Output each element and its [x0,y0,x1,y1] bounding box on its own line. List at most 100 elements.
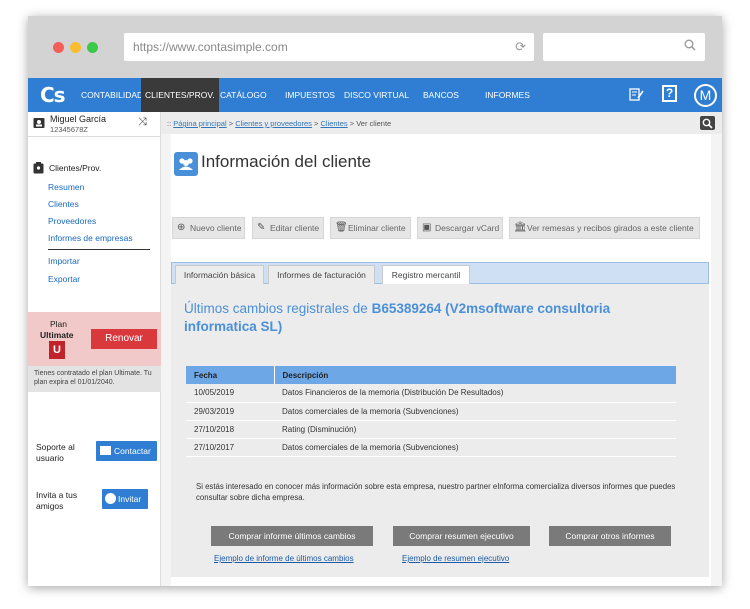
user-avatar[interactable]: M [694,84,717,107]
tab-informacion-basica[interactable]: Información básica [175,265,264,285]
new-client-label: Nuevo cliente [190,223,242,233]
reload-icon[interactable]: ⟳ [515,39,526,55]
table-row: 29/03/2019 Datos comerciales de la memor… [186,402,676,421]
sidebar-link-informes-empresas[interactable]: Informes de empresas [48,233,133,243]
plan-name: Ultimate [40,330,74,340]
row-description: Datos comerciales de la memoria (Subvenc… [274,438,676,457]
user-id: 12345678Z [50,125,88,134]
sidebar-link-exportar[interactable]: Exportar [48,274,80,284]
remesas-label: Ver remesas y recibos girados a este cli… [527,223,694,233]
plan-label: Plan [50,319,68,329]
new-client-button[interactable]: ⊕ Nuevo cliente [172,217,245,239]
table-row: 27/10/2018 Rating (Disminución) [186,420,676,439]
plus-circle-icon: ⊕ [177,222,186,233]
sidebar-link-resumen[interactable]: Resumen [48,182,84,192]
breadcrumb-current: Ver cliente [356,119,392,128]
users-icon [174,152,198,176]
row-description: Rating (Disminución) [274,420,676,439]
row-date: 10/05/2019 [186,384,274,403]
sidebar-section-title: Clientes/Prov. [49,163,102,173]
clipboard-icon [33,162,44,174]
nav-impuestos[interactable]: IMPUESTOS [285,78,335,112]
tabs-bar: Información básica Informes de facturaci… [171,262,709,285]
url-text: https://www.contasimple.com [133,40,288,54]
buy-executive-summary-button[interactable]: Comprar resumen ejecutivo [393,526,530,546]
column-header-descripcion: Descripción [273,366,676,384]
breadcrumb-prefix: :: [167,119,172,128]
tab-registro-mercantil[interactable]: Registro mercantil [382,265,470,285]
invite-button[interactable]: Invitar [102,489,148,509]
breadcrumb-clientes-proveedores[interactable]: Clientes y proveedores [235,119,312,128]
plan-badge: U [49,341,65,359]
divider [28,136,161,137]
user-name: Miguel García [50,114,107,124]
sign-document-icon[interactable] [629,87,644,102]
row-date: 27/10/2017 [186,438,274,457]
breadcrumb-sep: > [228,119,234,128]
table-row: 10/05/2019 Datos Financieros de la memor… [186,384,676,403]
einforma-note: Si estás interesado en conocer más infor… [196,482,676,502]
user-box[interactable]: Miguel García 12345678Z ⤨ [28,112,161,136]
nav-disco-virtual[interactable]: DISCO VIRTUAL [344,78,409,112]
nav-informes[interactable]: INFORMES [485,78,530,112]
address-bar[interactable]: https://www.contasimple.com ⟳ [124,33,534,61]
bank-icon: 🏛 [514,222,527,233]
table-row: 27/10/2017 Datos comerciales de la memor… [186,438,676,457]
browser-search-input[interactable] [543,33,705,61]
column-header-fecha: Fecha [186,366,274,384]
divider [48,249,150,250]
sidebar-link-clientes[interactable]: Clientes [48,199,79,209]
help-icon[interactable]: ? [662,85,677,102]
sidebar-link-proveedores[interactable]: Proveedores [48,216,96,226]
download-vcard-button[interactable]: ▣ Descargar vCard [417,217,503,239]
shuffle-icon[interactable]: ⤨ [138,116,147,129]
breadcrumb-home[interactable]: Página principal [173,119,226,128]
edit-client-label: Editar cliente [270,223,320,233]
search-button[interactable] [700,116,715,130]
registry-title-prefix: Últimos cambios registrales de [184,301,368,316]
support-label: Soporte al usuario [36,442,75,463]
row-description: Datos comerciales de la memoria (Subvenc… [274,402,676,421]
browser-window: https://www.contasimple.com ⟳ Cs CONTABI… [28,16,722,586]
nav-catalogo[interactable]: CATÁLOGO [220,78,267,112]
id-card-icon [33,118,45,128]
nav-contabilidad[interactable]: CONTABILIDAD [81,78,143,112]
registry-title: Últimos cambios registrales de B65389264… [184,300,674,336]
buy-other-reports-button[interactable]: Comprar otros informes [549,526,671,546]
contact-button-label: Contactar [114,446,151,456]
row-date: 29/03/2019 [186,402,274,421]
buy-changes-report-button[interactable]: Comprar informe últimos cambios [211,526,373,546]
breadcrumb-clientes[interactable]: Clientes [321,119,348,128]
remesas-button[interactable]: 🏛 Ver remesas y recibos girados a este c… [509,217,700,239]
edit-client-button[interactable]: ✎ Editar cliente [252,217,324,239]
close-window-dot[interactable] [53,42,64,53]
maximize-window-dot[interactable] [87,42,98,53]
envelope-icon [100,446,111,455]
search-icon [684,39,696,51]
example-changes-report-link[interactable]: Ejemplo de informe de últimos cambios [214,554,354,563]
registry-table: Fecha Descripción 10/05/2019 Datos Finan… [186,366,676,457]
nav-clientes-prov[interactable]: CLIENTES/PROV. [141,78,219,112]
nav-bancos[interactable]: BANCOS [423,78,459,112]
main-content: :: Página principal > Clientes y proveed… [161,112,722,586]
breadcrumb-sep: > [349,119,355,128]
tab-informes-facturacion[interactable]: Informes de facturación [268,265,375,285]
vcard-icon: ▣ [422,222,432,233]
search-icon [702,118,713,129]
breadcrumb: :: Página principal > Clientes y proveed… [161,112,722,134]
invite-label: Invita a tus amigos [36,490,78,511]
top-nav: Cs CONTABILIDAD CLIENTES/PROV. CATÁLOGO … [28,78,722,112]
minimize-window-dot[interactable] [70,42,81,53]
example-executive-summary-link[interactable]: Ejemplo de resumen ejecutivo [402,554,509,563]
app-logo[interactable]: Cs [40,83,66,107]
breadcrumb-sep: > [314,119,319,128]
plan-info: Tienes contratado el plan Ultimate. Tu p… [28,366,161,392]
trash-icon: 🗑 [335,222,348,233]
globe-icon [105,493,116,504]
contact-button[interactable]: Contactar [96,441,157,461]
sidebar: Miguel García 12345678Z ⤨ Clientes/Prov.… [28,112,161,586]
delete-client-button[interactable]: 🗑 Eliminar cliente [330,217,411,239]
sidebar-link-importar[interactable]: Importar [48,256,80,266]
invite-button-label: Invitar [118,494,142,504]
renew-button[interactable]: Renovar [91,329,157,349]
